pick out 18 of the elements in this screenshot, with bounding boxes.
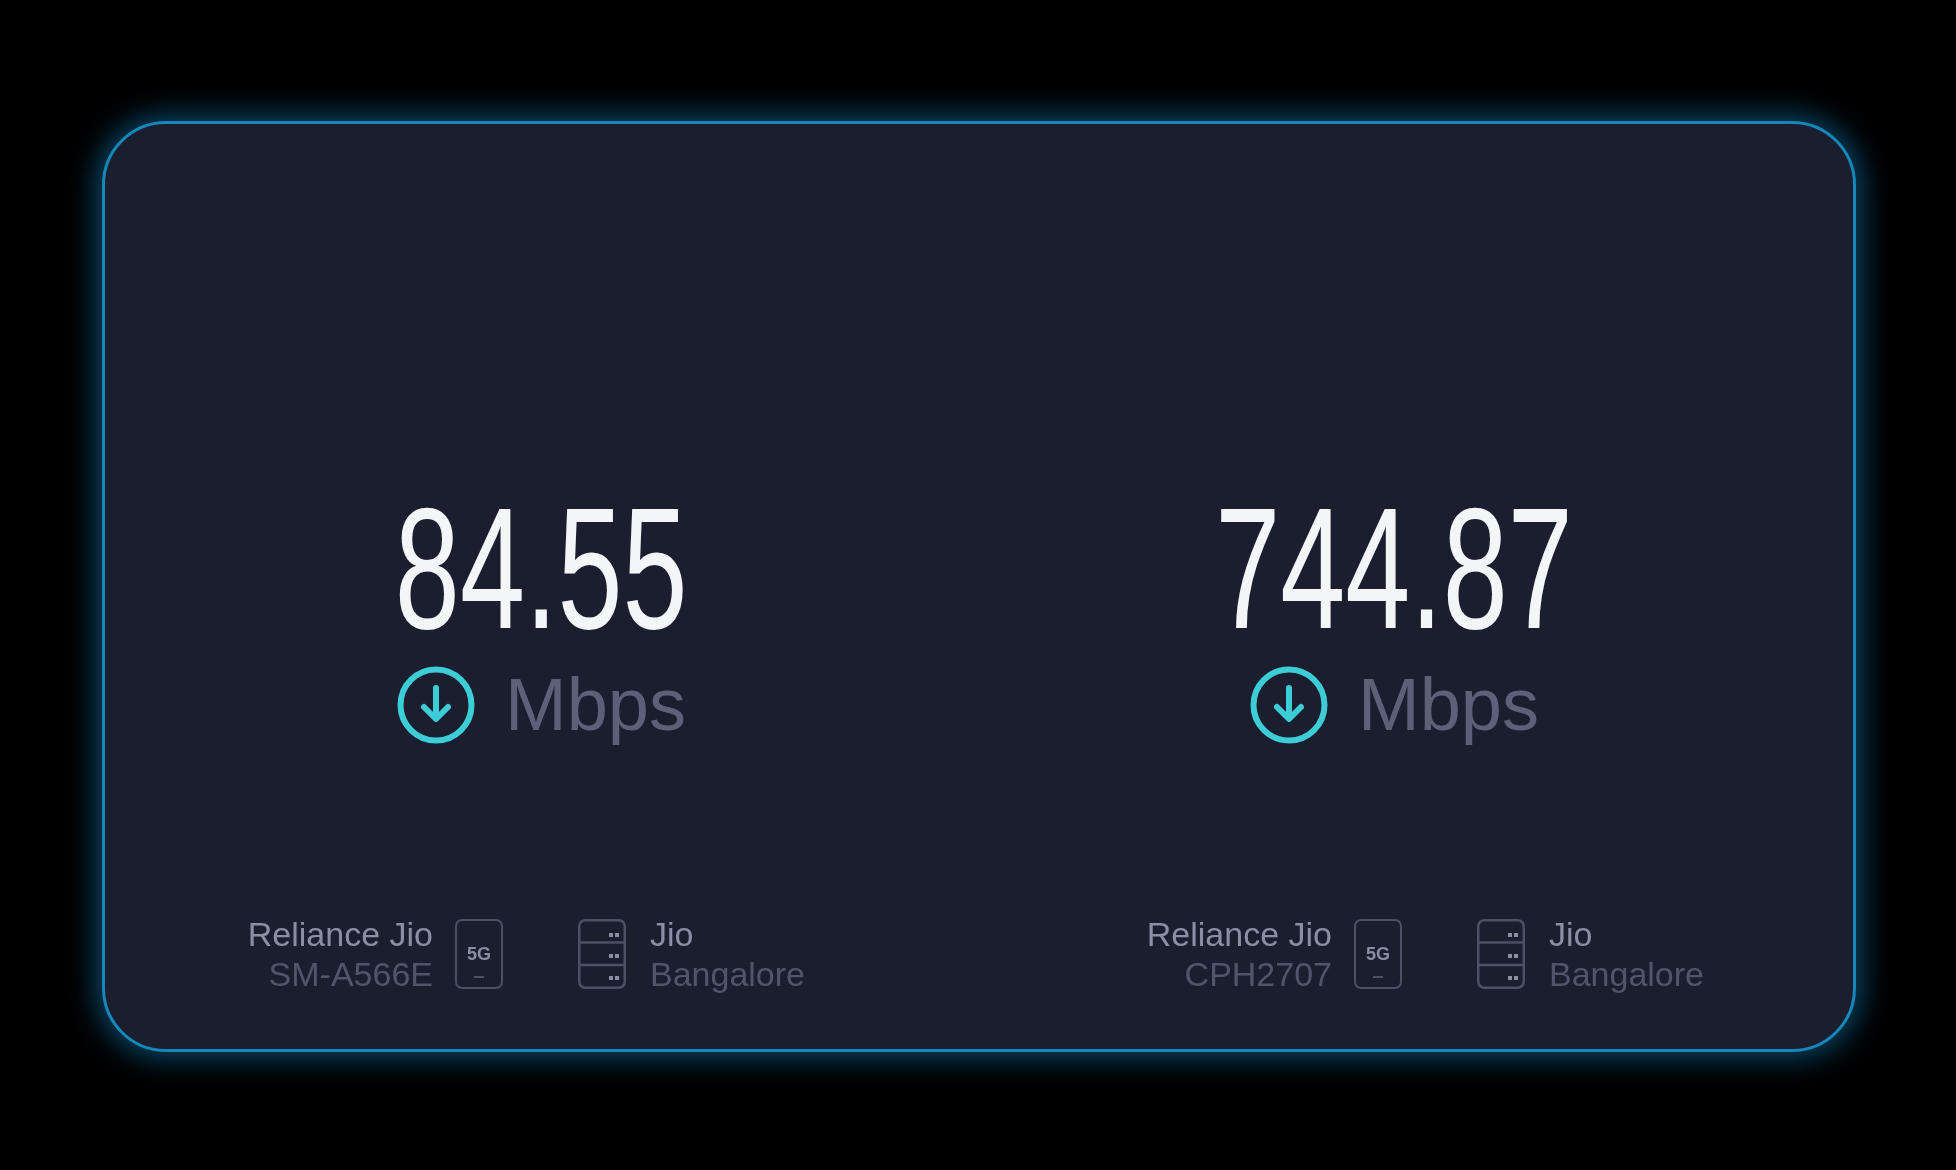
- server-location: Bangalore: [650, 954, 805, 994]
- server-location: Bangalore: [1549, 954, 1704, 994]
- speed-value: 744.87: [1215, 482, 1574, 654]
- speed-unit: Mbps: [1358, 666, 1539, 744]
- server-icon: [578, 919, 626, 989]
- device-model: CPH2707: [1184, 954, 1332, 994]
- download-icon: [1250, 666, 1328, 744]
- speed-value: 84.55: [395, 482, 688, 654]
- speed-unit: Mbps: [505, 666, 686, 744]
- server-name: Jio: [650, 914, 694, 954]
- download-icon: [397, 666, 475, 744]
- device-model: SM-A566E: [268, 954, 433, 994]
- provider-name: Reliance Jio: [247, 914, 433, 954]
- network-badge: 5G: [1354, 919, 1402, 989]
- provider-name: Reliance Jio: [1146, 914, 1332, 954]
- server-name: Jio: [1549, 914, 1593, 954]
- network-badge: 5G: [455, 919, 503, 989]
- server-icon: [1477, 919, 1525, 989]
